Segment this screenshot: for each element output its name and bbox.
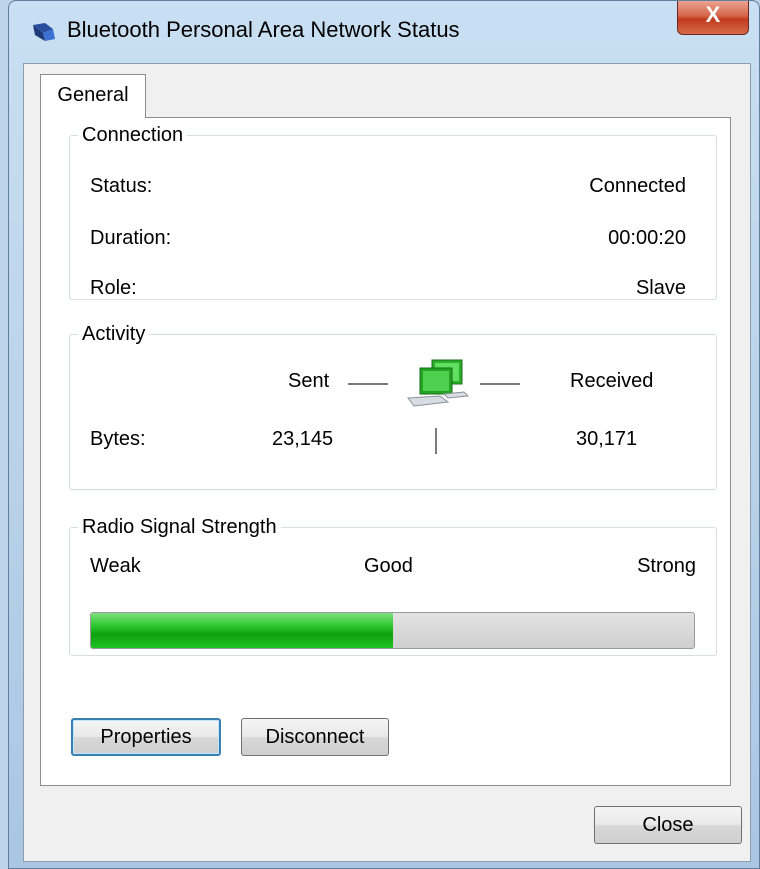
sent-label: Sent — [288, 370, 330, 392]
window-close-button[interactable]: X — [677, 1, 749, 35]
role-label: Role: — [90, 277, 137, 299]
close-icon: X — [705, 2, 721, 27]
connection-group: Connection Status: Connected Duration: 0… — [69, 124, 717, 300]
bluetooth-network-icon — [33, 23, 55, 41]
status-value: Connected — [589, 175, 686, 197]
signal-strength-group: Radio Signal Strength Weak Good Strong — [69, 516, 717, 656]
role-value: Slave — [635, 277, 686, 299]
signal-strength-fill — [91, 613, 393, 648]
window-title: Bluetooth Personal Area Network Status — [67, 17, 460, 42]
tab-panel-general: Connection Status: Connected Duration: 0… — [40, 117, 731, 786]
signal-strength-legend: Radio Signal Strength — [82, 516, 277, 538]
disconnect-button[interactable]: Disconnect — [241, 718, 389, 756]
bytes-label: Bytes: — [90, 428, 146, 450]
title-bar[interactable]: Bluetooth Personal Area Network Status X — [9, 1, 759, 63]
dialog-window: Bluetooth Personal Area Network Status X… — [8, 0, 760, 869]
close-button[interactable]: Close — [594, 806, 742, 844]
properties-button[interactable]: Properties — [71, 718, 221, 756]
signal-weak-label: Weak — [90, 555, 141, 577]
status-label: Status: — [90, 175, 153, 197]
signal-strong-label: Strong — [637, 555, 696, 577]
signal-good-label: Good — [364, 555, 413, 577]
sent-connector-line — [348, 383, 388, 385]
signal-strength-bar — [90, 612, 695, 649]
duration-value: 00:00:20 — [608, 227, 686, 249]
connection-legend: Connection — [82, 124, 184, 146]
received-connector-line — [480, 383, 520, 385]
activity-legend: Activity — [82, 323, 146, 345]
activity-divider — [435, 428, 437, 454]
tab-general[interactable]: General — [40, 74, 146, 118]
activity-group: Activity Sent Received Bytes: 23,145 30,… — [69, 323, 717, 490]
duration-label: Duration: — [90, 227, 172, 249]
received-label: Received — [570, 370, 654, 392]
dialog-client-area: General Connection Status: Connected Dur… — [23, 63, 751, 862]
bytes-sent-value: 23,145 — [272, 428, 334, 450]
bytes-received-value: 30,171 — [576, 428, 638, 450]
network-computers-icon — [407, 359, 470, 407]
